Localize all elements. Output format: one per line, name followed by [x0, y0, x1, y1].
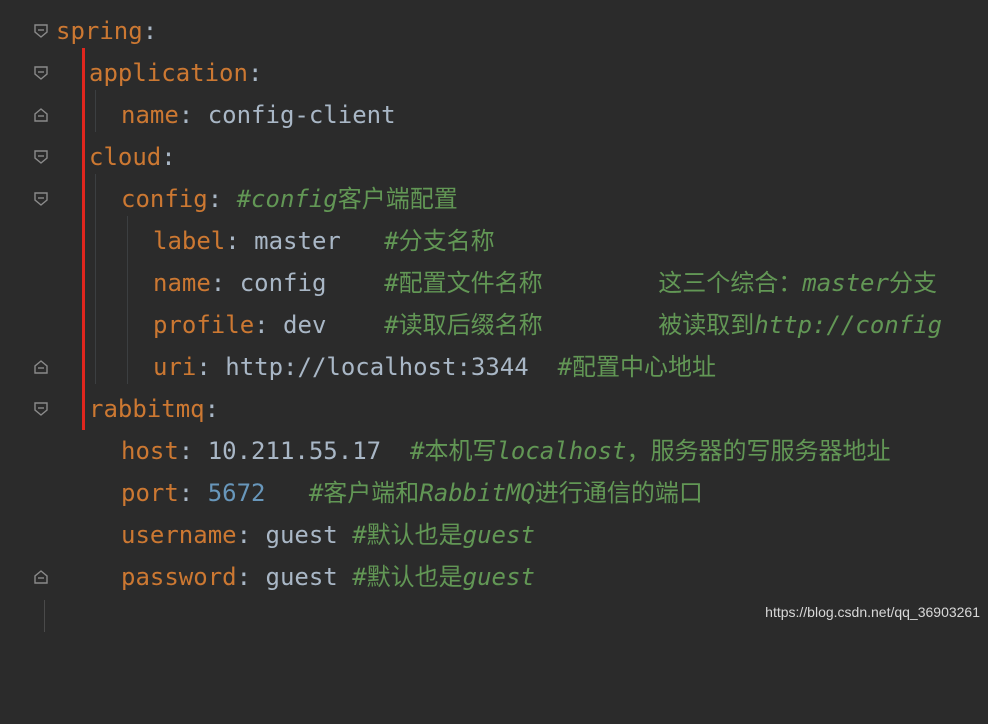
code-text: application: [89, 59, 263, 87]
code-editor[interactable]: spring: application: name: config-client… [0, 0, 988, 600]
code-line[interactable]: host: 10.211.55.17 #本机写localhost，服务器的写服务… [0, 430, 988, 472]
code-text: config: #config客户端配置 [121, 185, 458, 213]
watermark: https://blog.csdn.net/qq_36903261 [765, 604, 980, 620]
fold-open-icon[interactable] [34, 66, 48, 80]
fold-open-icon[interactable] [34, 192, 48, 206]
fold-end-icon[interactable] [34, 108, 48, 122]
code-text: host: 10.211.55.17 #本机写localhost，服务器的写服务… [121, 437, 891, 465]
fold-open-icon[interactable] [34, 150, 48, 164]
code-text: password: guest #默认也是guest [121, 563, 535, 591]
fold-end-icon[interactable] [34, 360, 48, 374]
code-text: name: config #配置文件名称 这三个综合：master分支 [153, 269, 937, 297]
code-text: profile: dev #读取后缀名称 被读取到http://config [153, 311, 943, 339]
code-line[interactable]: cloud: [0, 136, 988, 178]
code-line[interactable]: label: master #分支名称 [0, 220, 988, 262]
code-text: username: guest #默认也是guest [121, 521, 535, 549]
fold-open-icon[interactable] [34, 402, 48, 416]
code-text: uri: http://localhost:3344 #配置中心地址 [153, 353, 717, 381]
code-line[interactable]: rabbitmq: [0, 388, 988, 430]
code-text: label: master #分支名称 [153, 227, 495, 255]
code-text: cloud: [89, 143, 176, 171]
code-line[interactable]: username: guest #默认也是guest [0, 514, 988, 556]
code-text: spring: [56, 17, 158, 45]
code-line[interactable]: uri: http://localhost:3344 #配置中心地址 [0, 346, 988, 388]
code-line[interactable]: password: guest #默认也是guest [0, 556, 988, 598]
code-line[interactable]: application: [0, 52, 988, 94]
code-text: name: config-client [121, 101, 396, 129]
code-line[interactable]: profile: dev #读取后缀名称 被读取到http://config [0, 304, 988, 346]
code-text: rabbitmq: [89, 395, 220, 423]
fold-open-icon[interactable] [34, 24, 48, 38]
fold-end-icon[interactable] [34, 570, 48, 584]
gutter-divider [44, 600, 45, 632]
code-line[interactable]: port: 5672 #客户端和RabbitMQ进行通信的端口 [0, 472, 988, 514]
code-line[interactable]: name: config-client [0, 94, 988, 136]
code-text: port: 5672 #客户端和RabbitMQ进行通信的端口 [121, 479, 703, 507]
code-line[interactable]: config: #config客户端配置 [0, 178, 988, 220]
code-line[interactable]: name: config #配置文件名称 这三个综合：master分支 [0, 262, 988, 304]
code-line[interactable]: spring: [0, 10, 988, 52]
